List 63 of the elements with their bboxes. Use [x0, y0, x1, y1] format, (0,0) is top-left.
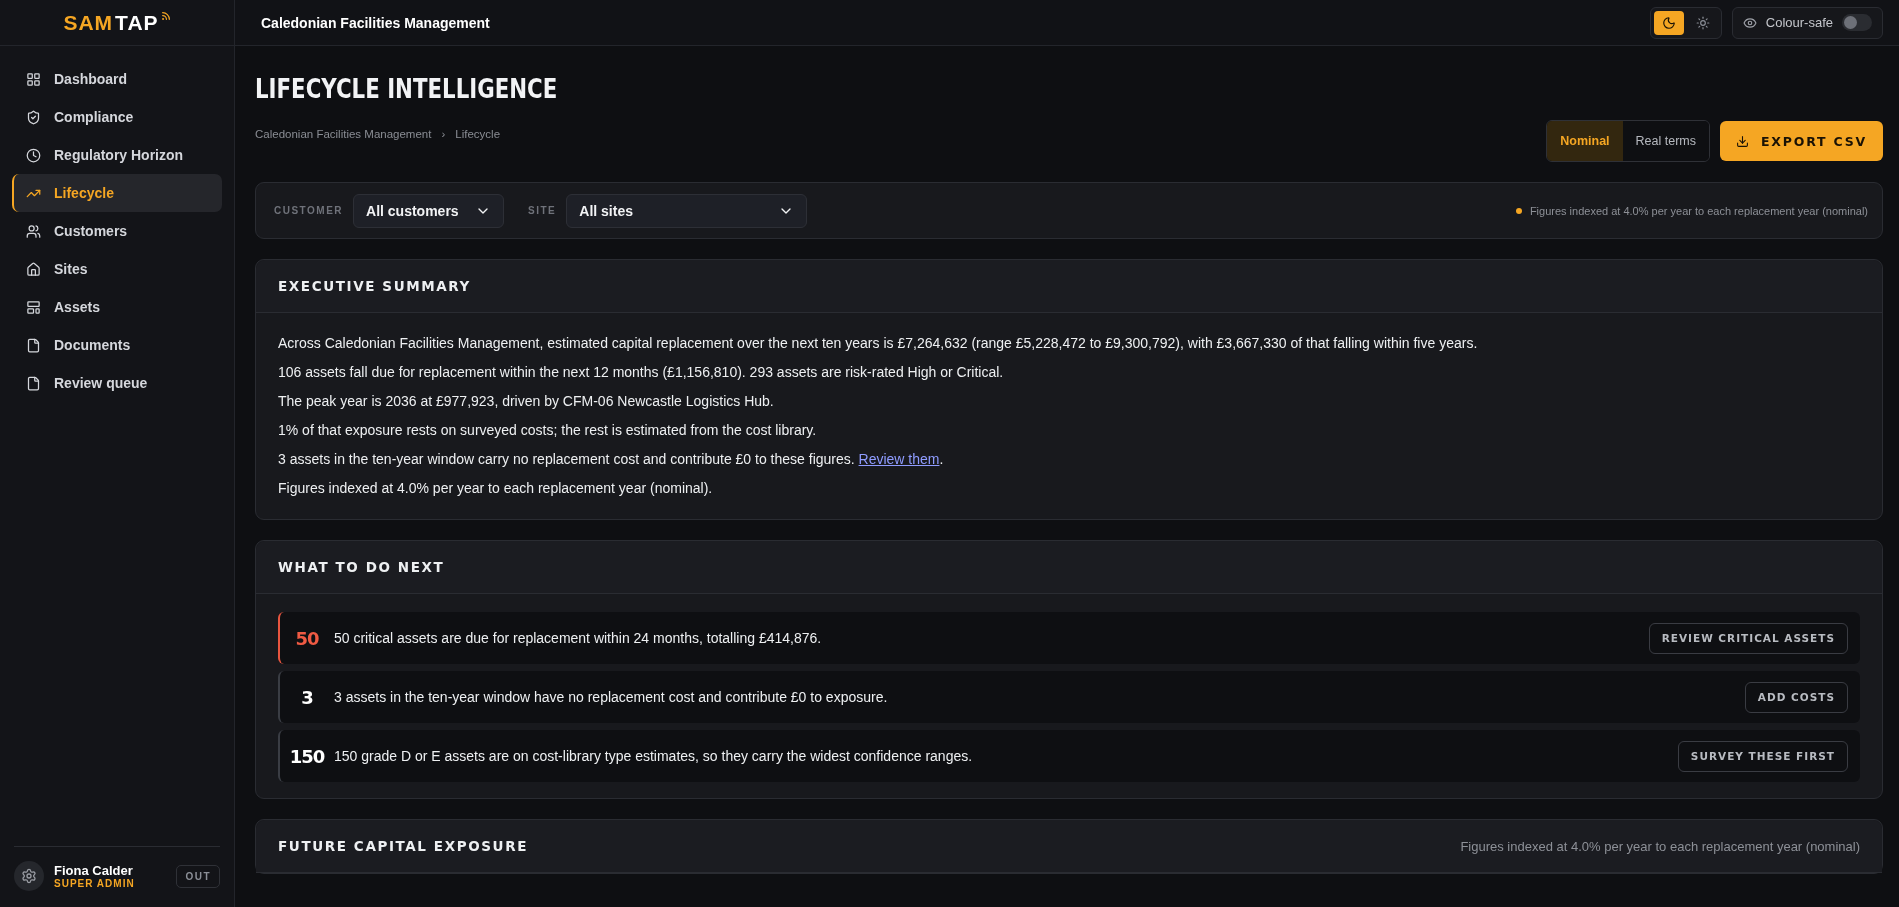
colour-safe-label: Colour-safe	[1765, 15, 1833, 30]
house-icon	[26, 261, 41, 277]
indexing-note: Figures indexed at 4.0% per year to each replacement year (nominal)	[1529, 204, 1868, 217]
user-name: Fiona Calder	[54, 863, 134, 878]
indexing-note: Figures indexed at 4.0% per year to each replacement year (nominal)	[1460, 838, 1860, 854]
summary-sentence: Figures indexed at 4.0% per year to each replacement year (nominal).	[278, 479, 714, 498]
users-icon	[26, 223, 41, 239]
export-button[interactable]: EXPORT CSV	[1720, 121, 1883, 161]
download-icon	[1736, 134, 1749, 148]
colour-safe-toggle[interactable]	[1842, 14, 1872, 31]
action-button[interactable]: REVIEW CRITICAL ASSETS	[1648, 622, 1848, 654]
nav-item[interactable]: Review queue	[12, 364, 222, 402]
action-text: 150 grade D or E assets are on cost-library type estimates, so they carry the widest confidence ranges.	[334, 748, 974, 764]
breadcrumb-item[interactable]: Lifecycle	[455, 128, 501, 140]
summary-sentence: Across Caledonian Facilities Management, estimated capital replacement over the next ten years is £7,264,632 (range £5,228,472 to £9,300,792), with £3,667,330 of that falling within five years.	[278, 334, 1479, 353]
nav-item[interactable]: Assets	[12, 288, 222, 326]
mode-tab[interactable]: Nominal	[1547, 121, 1623, 161]
action-count: 150	[288, 745, 326, 767]
user-role: SUPER ADMIN	[54, 878, 136, 889]
action-text: 50 critical assets are due for replacement within 24 months, totalling £414,876.	[334, 630, 823, 646]
organisation-title: Caledonian Facilities Management	[261, 14, 491, 31]
moon-icon	[1661, 15, 1676, 30]
breadcrumb-item[interactable]: Caledonian Facilities Management	[255, 128, 432, 140]
logo: SAMTAP	[63, 10, 171, 35]
settings-icon	[21, 868, 37, 884]
layout-icon	[26, 299, 41, 315]
summary-sentence: The peak year is 2036 at £977,923, driven by CFM-06 Newcastle Logistics Hub.	[278, 392, 775, 411]
nav-item[interactable]: Documents	[12, 326, 222, 364]
status-dot	[1515, 207, 1522, 214]
breadcrumb-separator: ›	[441, 128, 446, 140]
nav-item[interactable]: Dashboard	[12, 60, 222, 98]
theme-button[interactable]	[1653, 10, 1684, 35]
shield-icon	[26, 109, 41, 125]
avatar[interactable]	[14, 861, 44, 891]
sun-icon	[1695, 15, 1710, 30]
nav-item[interactable]: Compliance	[12, 98, 222, 136]
filter-dropdown[interactable]: All sites	[566, 193, 808, 228]
action-count: 3	[300, 686, 314, 708]
clock-icon	[26, 147, 41, 163]
card-title: FUTURE CAPITAL EXPOSURE	[278, 838, 528, 854]
filter-label: SITE	[528, 205, 557, 216]
filter-dropdown[interactable]: All customers	[353, 193, 505, 228]
file-icon	[26, 375, 41, 391]
action-text: 3 assets in the ten-year window have no replacement cost and contribute £0 to exposure.	[334, 689, 889, 705]
summary-sentence: 1% of that exposure rests on surveyed costs; the rest is estimated from the cost library.	[278, 421, 818, 440]
action-button[interactable]: SURVEY THESE FIRST	[1677, 740, 1848, 772]
signal-icon	[160, 10, 171, 21]
logout-button[interactable]: OUT	[176, 864, 220, 888]
filter-label: CUSTOMER	[274, 205, 344, 216]
nav-item[interactable]: Sites	[12, 250, 222, 288]
nav-item[interactable]: Customers	[12, 212, 222, 250]
nav-item[interactable]: Regulatory Horizon	[12, 136, 222, 174]
action-count: 50	[294, 627, 320, 649]
eye-icon	[1742, 15, 1757, 30]
card-title: EXECUTIVE SUMMARY	[278, 278, 471, 294]
card-title: WHAT TO DO NEXT	[278, 559, 445, 575]
summary-sentence: 106 assets fall due for replacement within the next 12 months (£1,156,810). 293 assets are risk-rated High or Critical.	[278, 363, 1005, 382]
summary-sentence: 3 assets in the ten-year window carry no replacement cost and contribute £0 to these figures. Review them.	[278, 450, 945, 469]
grid-icon	[26, 71, 41, 87]
file-icon	[26, 337, 41, 353]
action-button[interactable]: ADD COSTS	[1744, 681, 1848, 713]
nav-item[interactable]: Lifecycle	[12, 174, 222, 212]
page-title: LIFECYCLE INTELLIGENCE	[255, 74, 558, 104]
